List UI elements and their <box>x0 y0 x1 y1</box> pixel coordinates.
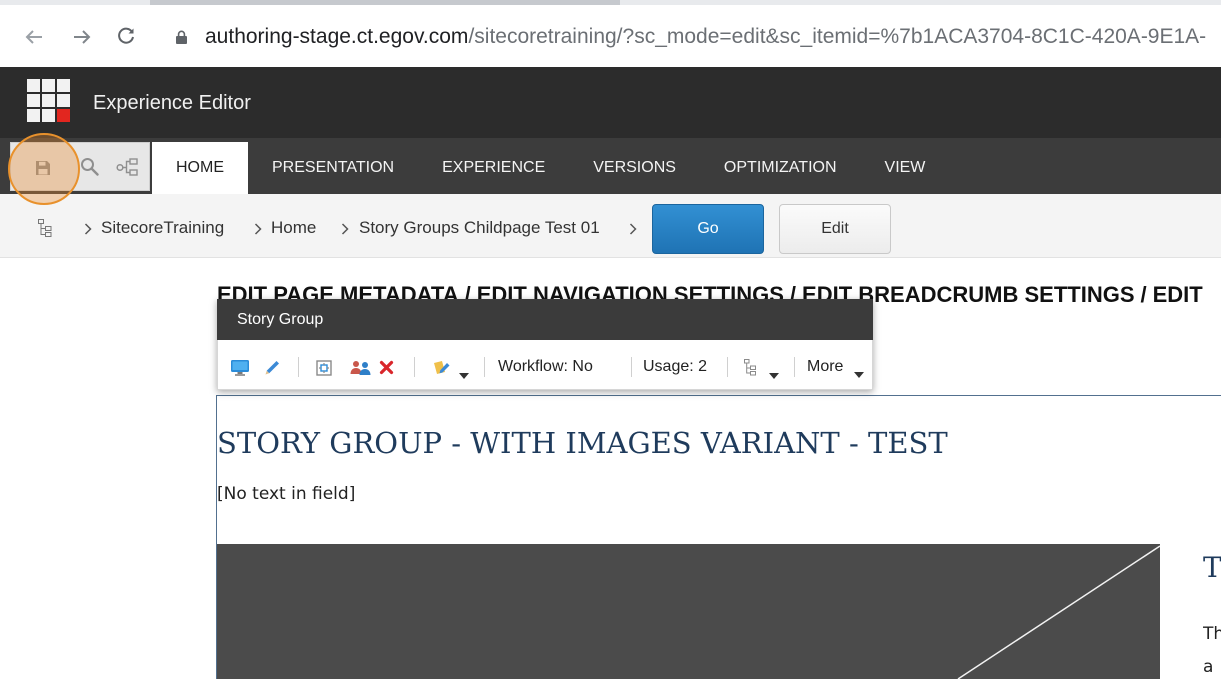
url-path: /sitecoretraining/?sc_mode=edit&sc_itemi… <box>468 25 1207 48</box>
grid-cell <box>42 94 55 107</box>
empty-text-field[interactable]: [No text in field] <box>217 483 355 505</box>
chevron-right-icon <box>341 222 349 235</box>
chevron-right-icon <box>254 222 262 235</box>
image-placeholder[interactable] <box>217 544 1160 679</box>
component-heading[interactable]: STORY GROUP - WITH IMAGES VARIANT - TEST <box>217 424 948 462</box>
component-toolbar-title: Story Group <box>237 311 324 328</box>
grid-cell <box>27 109 40 122</box>
personalize-people-icon[interactable] <box>349 360 373 381</box>
story-card-heading[interactable]: T <box>1203 550 1221 586</box>
toolbar-separator <box>794 357 795 377</box>
delete-icon[interactable] <box>379 360 394 380</box>
url-field[interactable]: authoring-stage.ct.egov.com/sitecoretrai… <box>205 23 1221 51</box>
toolbar-separator <box>414 357 415 377</box>
edit-related-icon[interactable] <box>433 360 451 381</box>
workflow-status[interactable]: Workflow: No <box>498 357 593 377</box>
edit-pencil-icon[interactable] <box>264 360 280 381</box>
link-separator: / <box>1140 282 1147 307</box>
chevron-down-icon[interactable] <box>769 366 779 384</box>
chevron-down-icon[interactable] <box>854 365 864 383</box>
tab-optimization[interactable]: OPTIMIZATION <box>700 142 861 194</box>
highlight-ring <box>8 133 80 205</box>
tab-view[interactable]: VIEW <box>861 142 950 194</box>
tab-experience[interactable]: EXPERIENCE <box>418 142 569 194</box>
edit-button[interactable]: Edit <box>779 204 891 254</box>
more-menu[interactable]: More <box>807 357 843 377</box>
tab-versions[interactable]: VERSIONS <box>569 142 700 194</box>
story-card-text-line: a <box>1203 657 1214 677</box>
navigate-tree-icon[interactable] <box>116 158 138 176</box>
usage-count[interactable]: Usage: 2 <box>643 357 707 377</box>
grid-cell <box>27 79 40 92</box>
search-icon[interactable] <box>80 157 99 176</box>
story-card-text-line: Th <box>1203 624 1221 644</box>
insert-item-icon[interactable] <box>316 360 332 381</box>
content-tree-icon[interactable] <box>38 219 52 237</box>
tab-presentation[interactable]: PRESENTATION <box>248 142 418 194</box>
ribbon-tabs: HOME PRESENTATION EXPERIENCE VERSIONS OP… <box>152 138 949 194</box>
toolbar-separator <box>631 357 632 377</box>
lock-icon[interactable] <box>176 30 187 44</box>
component-toolbar-header[interactable]: Story Group <box>217 299 873 340</box>
grid-cell <box>42 109 55 122</box>
toolbar-separator <box>727 357 728 377</box>
forward-arrow-icon[interactable] <box>73 29 91 45</box>
app-title: Experience Editor <box>93 92 251 114</box>
story-card-column: T Th a <box>1203 548 1221 679</box>
launchpad-grid-icon[interactable] <box>27 79 70 122</box>
toolbar-separator <box>484 357 485 377</box>
grid-cell <box>57 79 70 92</box>
chevron-right-icon[interactable] <box>629 222 637 235</box>
tab-home[interactable]: HOME <box>152 142 248 194</box>
back-arrow-icon[interactable] <box>25 29 43 45</box>
go-button[interactable]: Go <box>652 204 764 254</box>
component-toolbar: Story Group Workflow: No Usage: 2 More <box>217 299 873 390</box>
grid-cell-red <box>57 109 70 122</box>
preview-monitor-icon[interactable] <box>231 360 249 381</box>
grid-cell <box>42 79 55 92</box>
breadcrumb-item-sitecoretraining[interactable]: SitecoreTraining <box>101 216 224 240</box>
toolbar-separator <box>298 357 299 377</box>
grid-cell <box>27 94 40 107</box>
chevron-right-icon <box>84 222 92 235</box>
edit-link[interactable]: EDIT <box>1153 282 1203 307</box>
reload-icon[interactable] <box>116 26 136 46</box>
component-toolbar-body: Workflow: No Usage: 2 More <box>217 340 873 390</box>
url-host: authoring-stage.ct.egov.com <box>205 25 469 48</box>
tree-structure-icon[interactable] <box>744 359 756 381</box>
breadcrumb-item-home[interactable]: Home <box>271 216 316 240</box>
grid-cell <box>57 94 70 107</box>
chevron-down-icon[interactable] <box>459 366 469 384</box>
breadcrumb-item-current[interactable]: Story Groups Childpage Test 01 <box>359 216 600 240</box>
